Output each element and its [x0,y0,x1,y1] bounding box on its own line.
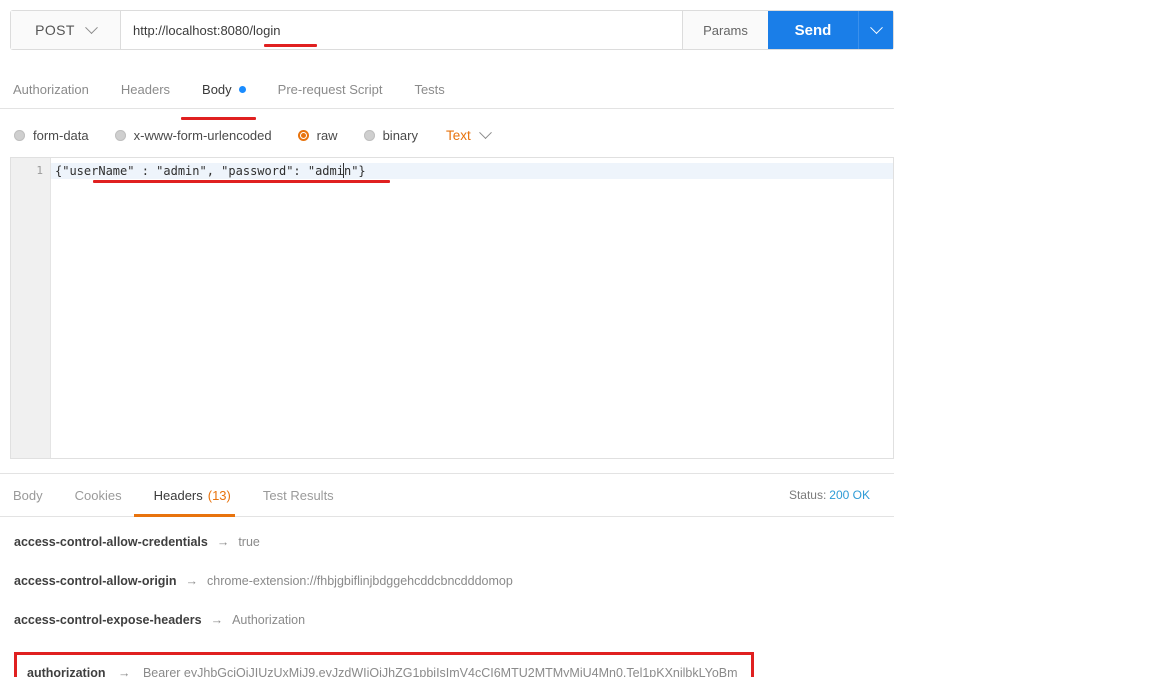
text-cursor [343,163,344,178]
headers-tab-active-underline [134,514,235,517]
arrow-icon: → [210,613,224,627]
url-annotation-underline [264,44,317,47]
header-key: access-control-allow-origin [14,574,177,588]
body-format-select[interactable]: Text [446,125,492,143]
header-row: access-control-allow-origin → chrome-ext… [14,574,894,588]
header-key: authorization [27,666,106,677]
header-row: access-control-expose-headers → Authoriz… [14,613,894,627]
chevron-down-icon [478,125,492,139]
tab-authorization[interactable]: Authorization [13,71,105,109]
tab-label: Test Results [262,487,334,503]
url-input[interactable]: http://localhost:8080/login [133,23,280,38]
url-input-wrap[interactable]: http://localhost:8080/login [121,11,682,49]
header-row: access-control-allow-credentials → true [14,535,894,549]
arrow-icon: → [216,535,230,549]
header-value: Authorization [232,613,306,627]
tab-body[interactable]: Body [186,71,262,109]
radio-icon [114,129,126,141]
status-badge: Status: 200 OK [789,488,870,502]
tab-label: Headers [153,487,203,503]
arrow-icon: → [185,574,199,588]
tab-label: Body [202,82,232,97]
arrow-icon: → [117,666,131,677]
editor-code-area[interactable]: {"userName" : "admin", "password": "admi… [51,158,893,458]
radio-selected-icon [297,129,309,141]
radio-label: binary [382,127,418,143]
request-tabs: Authorization Headers Body Pre-request S… [0,71,894,120]
body-modified-dot-icon [238,86,246,93]
tab-label: Tests [414,82,445,97]
radio-form-data[interactable]: form-data [14,128,89,143]
tab-label: Cookies [74,487,122,503]
header-value: true [238,535,260,549]
radio-x-www-form-urlencoded[interactable]: x-www-form-urlencoded [114,127,272,143]
tab-label: Authorization [13,82,89,97]
editor-gutter: 1 [11,158,51,458]
radio-label: raw [316,127,338,143]
chevron-down-icon [869,20,883,34]
request-url-bar: POST http://localhost:8080/login Params … [10,10,894,50]
params-button[interactable]: Params [682,11,768,49]
response-tab-cookies[interactable]: Cookies [59,473,138,517]
header-key: access-control-allow-credentials [14,535,208,549]
tab-label: Body [13,487,43,503]
tab-label: Headers [120,82,171,97]
http-method-label: POST [35,22,75,38]
header-value: Bearer eyJhbGciOiJIUzUxMiJ9.eyJzdWIiOiJh… [142,666,738,677]
line-number: 1 [36,164,43,177]
postman-window: POST http://localhost:8080/login Params … [0,10,1152,677]
radio-raw[interactable]: raw [297,127,338,143]
send-options-button[interactable] [858,11,893,49]
radio-icon [14,129,25,141]
response-tab-headers[interactable]: Headers (13) [138,473,247,517]
tab-headers[interactable]: Headers [105,71,186,109]
header-row-authorization-highlighted: authorization → Bearer eyJhbGciOiJIUzUxM… [14,652,754,677]
body-tab-annotation-underline [181,117,256,120]
headers-count: (13) [207,487,231,503]
body-type-row: form-data x-www-form-urlencoded raw bina… [0,117,1152,153]
chevron-down-icon [84,20,98,34]
response-tab-body[interactable]: Body [13,473,59,517]
send-button[interactable]: Send [768,11,858,49]
response-tab-test-results[interactable]: Test Results [247,473,350,517]
response-tabs: Body Cookies Headers (13) Test Results S… [0,473,894,517]
radio-binary[interactable]: binary [363,127,418,143]
radio-label: x-www-form-urlencoded [133,127,272,143]
header-key: access-control-expose-headers [14,613,202,627]
radio-icon [363,129,375,141]
body-annotation-underline [93,180,390,183]
editor-line-1[interactable]: {"userName" : "admin", "password": "admi… [51,163,893,179]
request-body-editor[interactable]: 1 {"userName" : "admin", "password": "ad… [10,157,894,459]
status-value: 200 OK [829,488,870,502]
status-label: Status: [788,488,827,502]
tab-tests[interactable]: Tests [398,71,460,109]
response-headers-list: access-control-allow-credentials → true … [0,517,894,677]
body-format-value: Text [446,127,471,143]
header-value: chrome-extension://fhbjgbiflinjbdggehcdd… [207,574,513,588]
radio-label: form-data [33,127,89,143]
tab-label: Pre-request Script [277,82,383,97]
tab-pre-request-script[interactable]: Pre-request Script [262,71,399,109]
http-method-select[interactable]: POST [11,11,121,49]
